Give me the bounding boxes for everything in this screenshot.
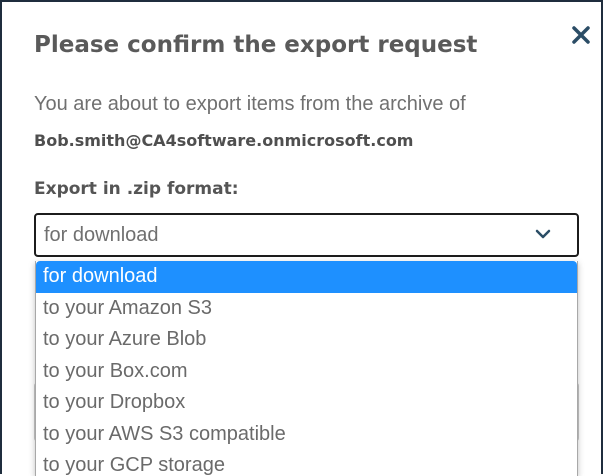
export-format-label: Export in .zip format:: [34, 179, 239, 199]
dropdown-option[interactable]: to your Dropbox: [36, 387, 577, 419]
dialog-description: You are about to export items from the a…: [34, 93, 466, 115]
dropdown-option[interactable]: to your GCP storage: [36, 450, 577, 476]
dropdown-option[interactable]: for download: [36, 261, 577, 293]
close-icon: [572, 26, 590, 44]
select-current-value: for download: [44, 224, 159, 246]
export-confirm-dialog: Please confirm the export request You ar…: [0, 0, 603, 476]
dropdown-option[interactable]: to your Box.com: [36, 356, 577, 388]
chevron-down-icon: [535, 229, 551, 239]
dialog-title: Please confirm the export request: [34, 32, 478, 58]
close-button[interactable]: [568, 22, 594, 48]
dropdown-option[interactable]: to your AWS S3 compatible: [36, 419, 577, 451]
dropdown-option[interactable]: to your Azure Blob: [36, 324, 577, 356]
archive-email: Bob.smith@CA4software.onmicrosoft.com: [34, 131, 414, 150]
export-destination-select[interactable]: for download: [34, 213, 579, 257]
export-destination-dropdown: for download to your Amazon S3 to your Azu…: [35, 261, 578, 476]
dropdown-option[interactable]: to your Amazon S3: [36, 293, 577, 325]
